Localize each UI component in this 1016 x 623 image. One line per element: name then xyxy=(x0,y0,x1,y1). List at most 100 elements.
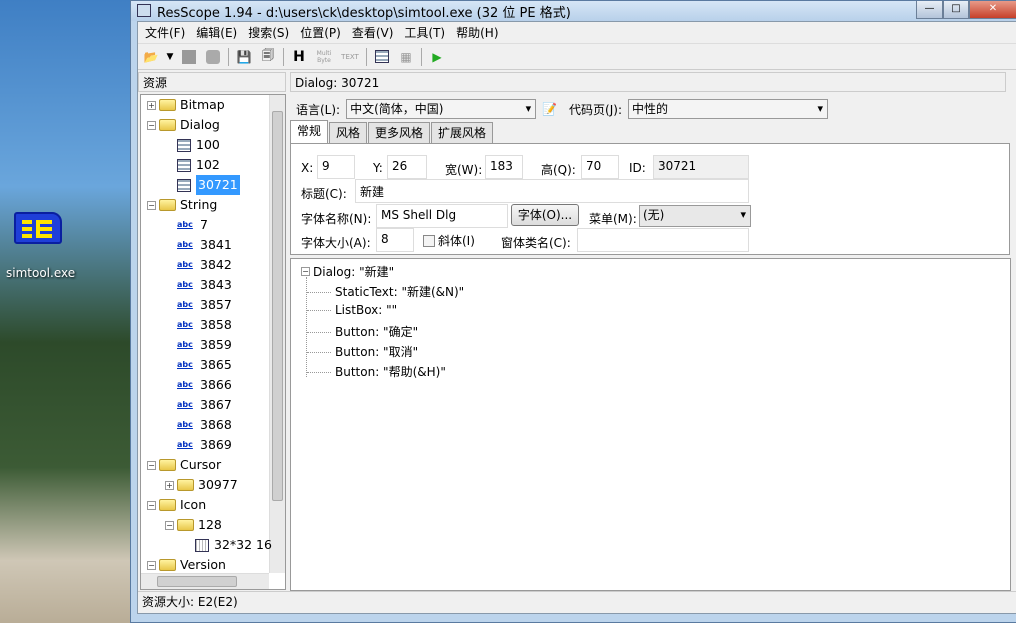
tree-item[interactable]: +30977 xyxy=(165,475,238,495)
menu-item[interactable]: 查看(V) xyxy=(352,24,394,41)
menu-item[interactable]: 位置(P) xyxy=(300,24,341,41)
tree-item[interactable]: abc 3867 xyxy=(165,395,232,415)
caption-input[interactable]: 新建 xyxy=(355,179,749,203)
tree-item[interactable]: − 128 xyxy=(165,515,222,535)
tree-item[interactable]: abc 7 xyxy=(165,215,208,235)
tree-item[interactable]: abc 3841 xyxy=(165,235,232,255)
id-field: 30721 xyxy=(653,155,749,179)
dialog-preview-icon[interactable] xyxy=(373,48,391,66)
tree-item[interactable]: abc 3859 xyxy=(165,335,232,355)
font-size-input[interactable]: 8 xyxy=(376,228,414,252)
tree-item[interactable]: abc 3842 xyxy=(165,255,232,275)
font-button[interactable]: 字体(O)... xyxy=(511,204,579,226)
menu-item[interactable]: 工具(T) xyxy=(404,24,445,41)
control-tree-item[interactable]: StaticText: "新建(&N)" xyxy=(307,283,464,300)
stop-all-icon[interactable] xyxy=(204,48,222,66)
tree-item[interactable]: abc 3843 xyxy=(165,275,232,295)
collapse-icon[interactable]: − xyxy=(147,460,156,470)
string-icon: abc xyxy=(177,320,193,329)
tree-item[interactable]: 30721 xyxy=(165,175,240,195)
font-name-input[interactable]: MS Shell Dlg xyxy=(376,204,508,228)
open-icon[interactable]: 📂 xyxy=(142,48,160,66)
tree-item[interactable]: 32*32 16 xyxy=(183,535,272,555)
collapse-icon[interactable]: − xyxy=(147,120,156,130)
tab[interactable]: 风格 xyxy=(329,122,368,143)
resource-tree[interactable]: + Bitmap − Dialog 100 102 30721 − String abc 7 abc 3… xyxy=(140,94,286,590)
menu-item[interactable]: 搜索(S) xyxy=(248,24,289,41)
height-input[interactable]: 70 xyxy=(581,155,619,179)
collapse-icon[interactable]: − xyxy=(147,500,156,510)
control-tree-item[interactable]: Button: "帮助(&H)" xyxy=(307,363,446,380)
tab[interactable]: 更多风格 xyxy=(368,122,431,143)
dropdown-arrow-icon[interactable]: ▼ xyxy=(166,48,174,66)
tree-item-label: 128 xyxy=(198,517,222,532)
folder-icon xyxy=(159,499,176,511)
tree-item[interactable]: − Version xyxy=(147,555,226,575)
codepage-select[interactable]: 中性的 xyxy=(628,99,828,119)
collapse-icon[interactable]: − xyxy=(147,560,156,570)
hex-view-button[interactable]: H xyxy=(290,48,308,66)
title-bar[interactable]: ResScope 1.94 - d:\users\ck\desktop\simt… xyxy=(131,1,1016,21)
tree-item-label: 3841 xyxy=(200,237,232,252)
stop-icon[interactable] xyxy=(180,48,198,66)
tree-item[interactable]: − String xyxy=(147,195,217,215)
tree-vertical-scrollbar[interactable] xyxy=(269,95,285,573)
collapse-icon[interactable]: − xyxy=(165,520,174,530)
desktop-icon-simtool[interactable]: simtool.exe xyxy=(6,212,76,280)
menu-item[interactable]: 帮助(H) xyxy=(456,24,498,41)
language-select[interactable]: 中文(简体，中国) xyxy=(346,99,537,119)
tree-item[interactable]: abc 3866 xyxy=(165,375,232,395)
tree-item[interactable]: abc 3865 xyxy=(165,355,232,375)
toolbar-separator xyxy=(366,47,367,66)
tab[interactable]: 扩展风格 xyxy=(431,122,494,143)
app-icon xyxy=(137,4,151,17)
text-button[interactable]: TEXT xyxy=(340,48,360,66)
tree-item-label: 32*32 16 xyxy=(214,537,272,552)
tree-item[interactable]: abc 3857 xyxy=(165,295,232,315)
menu-item[interactable]: 文件(F) xyxy=(145,24,185,41)
tree-item-label: Bitmap xyxy=(180,97,225,112)
height-label: 高(Q): xyxy=(541,163,576,177)
collapse-icon[interactable]: − xyxy=(301,267,310,276)
tree-item[interactable]: abc 3869 xyxy=(165,435,232,455)
tree-item[interactable]: + Bitmap xyxy=(147,95,225,115)
multibyte-button[interactable]: Multi Byte xyxy=(314,48,334,66)
grid-icon[interactable]: ▦ xyxy=(397,48,415,66)
tab[interactable]: 常规 xyxy=(290,120,329,143)
italic-checkbox[interactable] xyxy=(423,234,435,247)
maximize-button[interactable]: □ xyxy=(943,1,969,19)
simtool-app-icon xyxy=(14,212,62,244)
language-properties-icon[interactable]: 📝 xyxy=(542,102,557,116)
control-tree[interactable]: − Dialog: "新建" StaticText: "新建(&N)" ListBo… xyxy=(290,258,1011,591)
menu-item[interactable]: 编辑(E) xyxy=(196,24,237,41)
tree-item[interactable]: − Dialog xyxy=(147,115,220,135)
menu-select[interactable]: (无) xyxy=(639,205,751,227)
control-tree-item[interactable]: ListBox: "" xyxy=(307,303,397,317)
tree-item-label: 3842 xyxy=(200,257,232,272)
control-tree-item[interactable]: Button: "确定" xyxy=(307,323,418,340)
tree-item[interactable]: − Cursor xyxy=(147,455,221,475)
font-size-label: 字体大小(A): xyxy=(301,236,371,250)
save-all-icon[interactable]: 🗐 xyxy=(259,48,277,66)
tree-item[interactable]: abc 3858 xyxy=(165,315,232,335)
x-input[interactable]: 9 xyxy=(317,155,355,179)
width-input[interactable]: 183 xyxy=(485,155,523,179)
run-icon[interactable]: ▶ xyxy=(428,48,446,66)
close-button[interactable]: ✕ xyxy=(969,1,1016,19)
control-tree-item[interactable]: Button: "取消" xyxy=(307,343,418,360)
control-tree-root[interactable]: − Dialog: "新建" xyxy=(301,263,394,280)
tree-item[interactable]: 102 xyxy=(165,155,220,175)
y-input[interactable]: 26 xyxy=(387,155,427,179)
tree-item[interactable]: abc 3868 xyxy=(165,415,232,435)
scroll-thumb[interactable] xyxy=(157,576,237,587)
expand-icon[interactable]: + xyxy=(147,100,156,110)
scroll-thumb[interactable] xyxy=(272,111,283,501)
expand-icon[interactable]: + xyxy=(165,480,174,490)
class-name-input[interactable] xyxy=(577,228,749,252)
save-icon[interactable]: 💾 xyxy=(235,48,253,66)
tree-item[interactable]: 100 xyxy=(165,135,220,155)
tree-item[interactable]: − Icon xyxy=(147,495,206,515)
minimize-button[interactable]: — xyxy=(916,1,943,19)
collapse-icon[interactable]: − xyxy=(147,200,156,210)
tree-horizontal-scrollbar[interactable] xyxy=(141,573,269,589)
